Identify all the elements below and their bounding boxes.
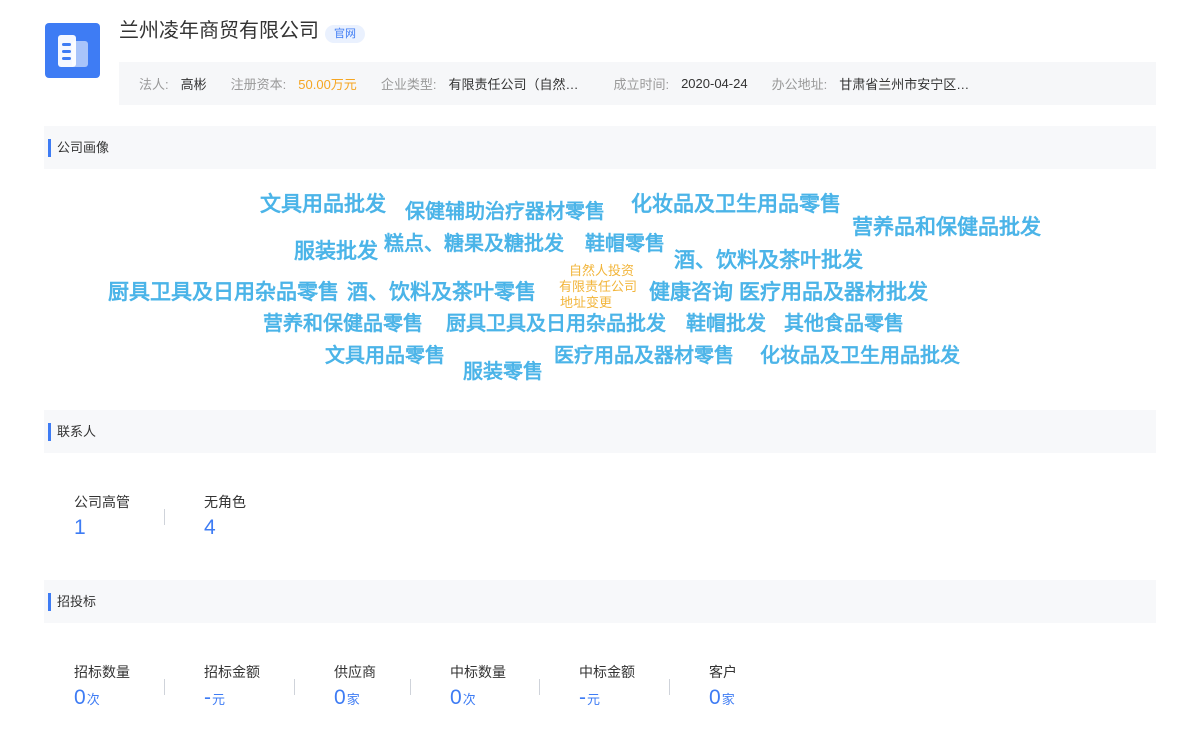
stat-divider — [294, 679, 295, 695]
word-cloud-tag[interactable]: 糕点、糖果及糖批发 — [384, 234, 564, 254]
bidding-stat-tender-amount[interactable]: 招标金额 -元 — [204, 664, 260, 712]
word-cloud-tag[interactable]: 营养品和保健品批发 — [852, 217, 1041, 238]
registered-capital-value: 50.00万元 — [298, 77, 357, 92]
bidding-stat-tender-count[interactable]: 招标数量 0次 — [74, 664, 130, 712]
company-type: 企业类型: 有限责任公司（自然… — [381, 74, 579, 93]
word-cloud-tag[interactable]: 服装零售 — [463, 362, 543, 382]
stat-label: 公司高管 — [74, 494, 130, 510]
stat-unit: 家 — [721, 692, 735, 707]
stat-number: - — [579, 686, 586, 709]
word-cloud-tag[interactable]: 酒、饮料及茶叶批发 — [674, 250, 863, 271]
legal-person-label: 法人: — [139, 77, 169, 92]
section-title: 公司画像 — [57, 140, 110, 155]
stat-divider — [669, 679, 670, 695]
stat-divider — [164, 679, 165, 695]
bidding-stat-award-amount[interactable]: 中标金额 -元 — [579, 664, 635, 712]
section-company-portrait: 公司画像 — [44, 126, 1156, 169]
founded-date-label: 成立时间: — [613, 77, 670, 92]
stat-label: 招标数量 — [74, 664, 130, 680]
legal-person-value[interactable]: 高彬 — [181, 74, 207, 93]
founded-date: 成立时间: 2020-04-24 — [613, 74, 747, 93]
legal-person: 法人: 高彬 — [139, 74, 207, 93]
word-cloud-tag[interactable]: 厨具卫具及日用杂品零售 — [108, 282, 339, 303]
stat-label: 中标金额 — [579, 664, 635, 680]
registered-capital-label: 注册资本: — [230, 77, 287, 92]
company-logo — [45, 23, 100, 78]
word-cloud-tag[interactable]: 地址变更 — [560, 296, 612, 309]
word-cloud-tag[interactable]: 鞋帽批发 — [686, 314, 766, 334]
company-type-value: 有限责任公司（自然… — [448, 77, 579, 92]
office-address-label: 办公地址: — [771, 77, 828, 92]
word-cloud-tag[interactable]: 医疗用品及器材零售 — [554, 346, 734, 366]
stat-value[interactable]: -元 — [204, 686, 260, 712]
stat-unit: 元 — [587, 692, 601, 707]
contact-stat-no-role[interactable]: 无角色 4 — [204, 494, 246, 540]
word-cloud-tag[interactable]: 文具用品零售 — [325, 346, 445, 366]
section-bidding: 招投标 — [44, 580, 1156, 623]
company-name: 兰州凌年商贸有限公司 — [119, 20, 319, 42]
stat-number: 0 — [709, 686, 721, 709]
word-cloud-tag[interactable]: 有限责任公司 — [559, 280, 637, 293]
section-title: 招投标 — [57, 594, 97, 609]
stat-value[interactable]: 0家 — [334, 686, 376, 712]
word-cloud-tag[interactable]: 化妆品及卫生用品零售 — [631, 194, 841, 215]
word-cloud-tag[interactable]: 营养和保健品零售 — [263, 314, 423, 334]
bidding-stat-customers[interactable]: 客户 0家 — [709, 664, 737, 712]
company-info-bar: 法人: 高彬 注册资本: 50.00万元 企业类型: 有限责任公司（自然… 成立… — [119, 62, 1156, 105]
stat-unit: 元 — [212, 692, 226, 707]
section-accent-bar — [48, 593, 51, 611]
section-accent-bar — [48, 423, 51, 441]
office-address: 办公地址: 甘肃省兰州市安宁区… — [772, 74, 970, 93]
stat-label: 无角色 — [204, 494, 246, 510]
bidding-stat-suppliers[interactable]: 供应商 0家 — [334, 664, 376, 712]
stat-value[interactable]: 4 — [204, 516, 246, 540]
stat-label: 招标金额 — [204, 664, 260, 680]
registered-capital: 注册资本: 50.00万元 — [231, 74, 357, 93]
word-cloud-tag[interactable]: 医疗用品及器材批发 — [739, 282, 928, 303]
stat-unit: 次 — [86, 692, 100, 707]
section-accent-bar — [48, 139, 51, 157]
stat-number: 0 — [450, 686, 462, 709]
stat-number: 0 — [74, 686, 86, 709]
stat-label: 中标数量 — [450, 664, 506, 680]
word-cloud-tag[interactable]: 鞋帽零售 — [585, 234, 665, 254]
office-address-value: 甘肃省兰州市安宁区… — [839, 77, 970, 92]
stat-value[interactable]: 1 — [74, 516, 130, 540]
stat-unit: 次 — [462, 692, 476, 707]
stat-label: 客户 — [709, 664, 737, 680]
word-cloud-tag[interactable]: 厨具卫具及日用杂品批发 — [446, 314, 666, 334]
word-cloud-tag[interactable]: 酒、饮料及茶叶零售 — [347, 282, 536, 303]
word-cloud-tag[interactable]: 保健辅助治疗器材零售 — [405, 202, 605, 222]
word-cloud: 文具用品批发 保健辅助治疗器材零售 化妆品及卫生用品零售 营养品和保健品批发 服… — [0, 0, 1200, 752]
word-cloud-tag[interactable]: 健康咨询 — [649, 282, 733, 303]
section-contacts: 联系人 — [44, 410, 1156, 453]
company-type-label: 企业类型: — [380, 77, 437, 92]
stat-value[interactable]: 0家 — [709, 686, 737, 712]
word-cloud-tag[interactable]: 化妆品及卫生用品批发 — [760, 346, 960, 366]
word-cloud-tag[interactable]: 文具用品批发 — [260, 194, 386, 215]
building-icon — [58, 35, 88, 67]
word-cloud-tag[interactable]: 服装批发 — [294, 241, 378, 262]
stat-label: 供应商 — [334, 664, 376, 680]
contact-stat-executives[interactable]: 公司高管 1 — [74, 494, 130, 540]
word-cloud-tag[interactable]: 其他食品零售 — [784, 314, 904, 334]
stat-number: - — [204, 686, 211, 709]
stat-value[interactable]: 0次 — [450, 686, 506, 712]
stat-unit: 家 — [346, 692, 360, 707]
stat-divider — [164, 509, 165, 525]
stat-value[interactable]: -元 — [579, 686, 635, 712]
founded-date-value: 2020-04-24 — [681, 76, 748, 91]
stat-divider — [410, 679, 411, 695]
bidding-stat-award-count[interactable]: 中标数量 0次 — [450, 664, 506, 712]
word-cloud-tag[interactable]: 自然人投资 — [569, 264, 634, 277]
section-title: 联系人 — [57, 424, 97, 439]
official-site-badge[interactable]: 官网 — [325, 25, 365, 43]
stat-value[interactable]: 0次 — [74, 686, 130, 712]
stat-number: 0 — [334, 686, 346, 709]
stat-divider — [539, 679, 540, 695]
